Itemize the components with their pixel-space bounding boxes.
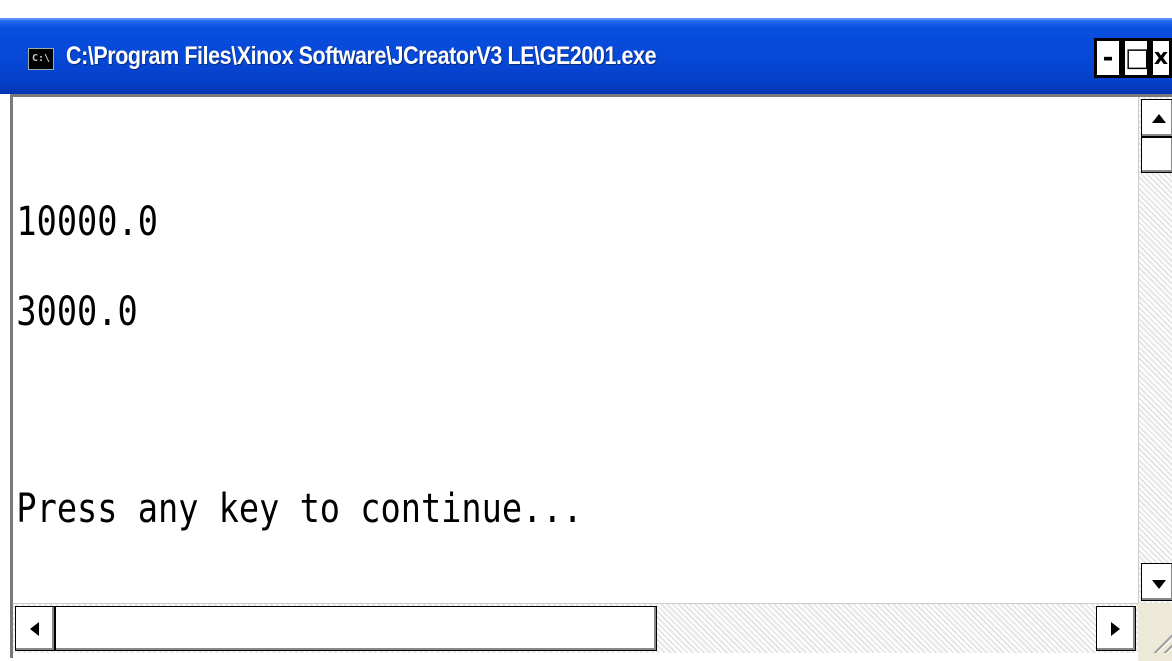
resize-grip-icon[interactable] bbox=[1138, 603, 1172, 661]
triangle-up-icon bbox=[1152, 114, 1166, 123]
scroll-right-button[interactable] bbox=[1096, 606, 1136, 651]
minimize-button[interactable]: - bbox=[1094, 38, 1122, 78]
horizontal-scrollbar[interactable] bbox=[13, 603, 1138, 653]
title-bar[interactable]: C:\ C:\Program Files\Xinox Software\JCre… bbox=[0, 18, 1172, 94]
vertical-scroll-thumb[interactable] bbox=[1141, 137, 1172, 173]
close-button[interactable]: x bbox=[1150, 38, 1172, 78]
vertical-scrollbar[interactable] bbox=[1138, 97, 1172, 603]
console-output: 10000.0 3000.0 Press any key to continue… bbox=[13, 97, 958, 597]
horizontal-scroll-thumb[interactable] bbox=[55, 606, 657, 651]
console-line: 3000.0 bbox=[16, 289, 138, 335]
console-client-area[interactable]: 10000.0 3000.0 Press any key to continue… bbox=[10, 94, 1172, 661]
scroll-up-button[interactable] bbox=[1141, 99, 1172, 137]
triangle-right-icon bbox=[1111, 622, 1120, 636]
console-window: C:\ C:\Program Files\Xinox Software\JCre… bbox=[0, 0, 1172, 661]
console-line: Press any key to continue... bbox=[16, 486, 583, 532]
console-line: 10000.0 bbox=[16, 199, 158, 245]
maximize-button[interactable]: □ bbox=[1122, 38, 1150, 78]
scroll-left-button[interactable] bbox=[15, 606, 55, 651]
scroll-down-button[interactable] bbox=[1141, 563, 1172, 601]
window-title: C:\Program Files\Xinox Software\JCreator… bbox=[66, 42, 657, 70]
triangle-down-icon bbox=[1152, 580, 1166, 589]
triangle-left-icon bbox=[30, 622, 39, 636]
console-app-icon[interactable]: C:\ bbox=[28, 48, 54, 70]
